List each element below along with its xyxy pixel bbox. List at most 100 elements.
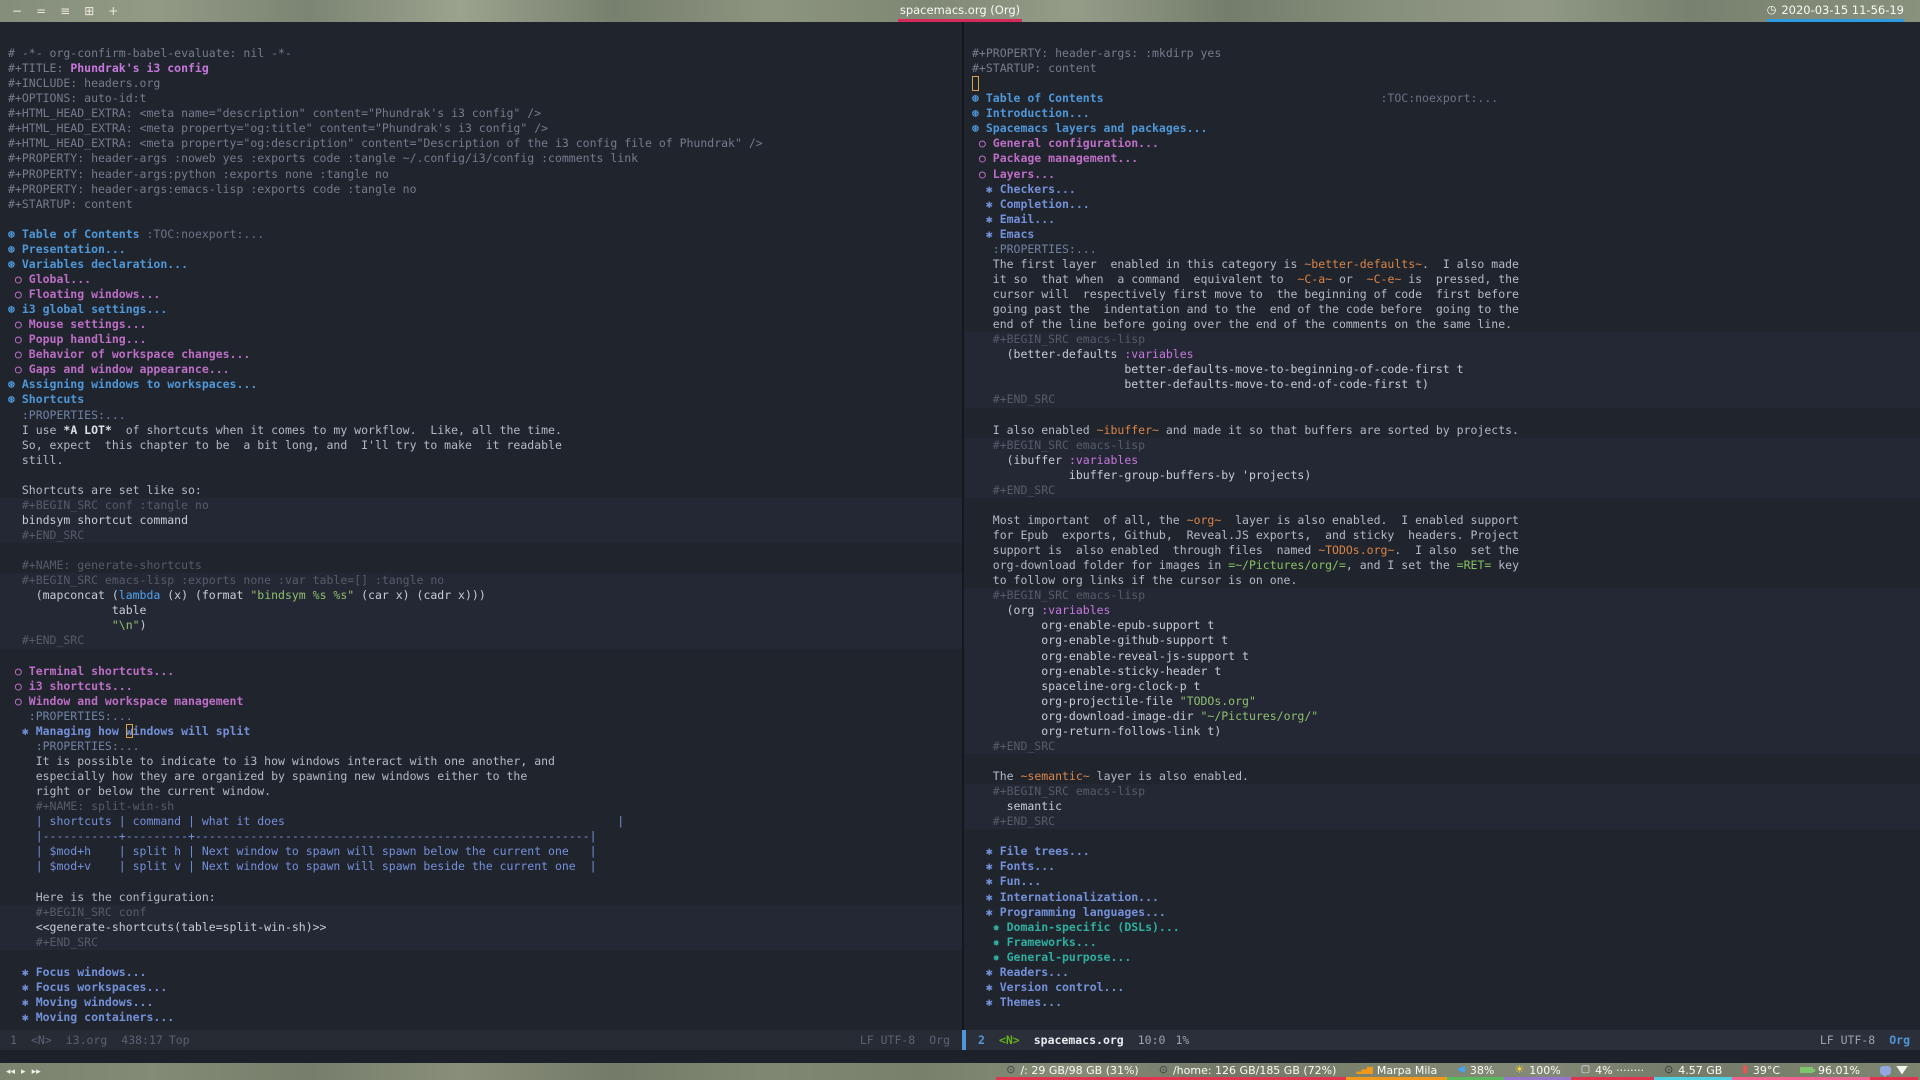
buffer-window-spacemacs-org[interactable]: #+PROPERTY: header-args: :mkdirp yes #+ST… xyxy=(962,22,1920,1030)
tray-module-brightness[interactable]: ☀ 100% xyxy=(1504,1063,1571,1080)
editor-line: it so that when a command equivalent to … xyxy=(972,271,1519,286)
tray-module-disk[interactable]: ⊙ /: 29 GB/98 GB (31%) xyxy=(996,1063,1149,1080)
previous-button[interactable]: ◂◂ xyxy=(6,1067,15,1077)
evil-state: <N> xyxy=(998,1033,1020,1047)
editor-line: <<generate-shortcuts(table=split-win-sh)… xyxy=(0,919,962,935)
window-number: 1 xyxy=(10,1033,17,1047)
next-button[interactable]: ▸▸ xyxy=(32,1067,41,1077)
window-number: 2 xyxy=(978,1033,985,1047)
editor-line: ✱ Fun... xyxy=(972,874,1042,889)
editor-line: #+PROPERTY: header-args:emacs-lisp :expo… xyxy=(8,181,417,196)
editor-line: ✸ Frameworks... xyxy=(972,934,1097,949)
editor-line: ✱ Completion... xyxy=(972,196,1090,211)
major-mode: Org xyxy=(1889,1033,1910,1047)
editor-line: cursor will respectively first move to t… xyxy=(972,287,1519,301)
editor-line: #+PROPERTY: header-args :noweb yes :expo… xyxy=(8,151,639,166)
editor-line: semantic xyxy=(964,799,1920,815)
editor-line: ✱ Moving containers... xyxy=(8,1010,175,1024)
editor-line: org-enable-sticky-header t xyxy=(964,663,1920,679)
editor-line: ✱ Internationalization... xyxy=(972,889,1159,904)
editor-line: spaceline-org-clock-p t xyxy=(964,678,1920,694)
editor-line: :PROPERTIES:... xyxy=(972,241,1097,256)
editor-line: #+END_SRC xyxy=(964,814,1920,830)
tray-module-label: /: 29 GB/98 GB (31%) xyxy=(1020,1063,1139,1077)
editor-line: ✱ Version control... xyxy=(972,979,1125,994)
editor-line: :PROPERTIES:... xyxy=(8,708,133,723)
editor-line: especially how they are organized by spa… xyxy=(8,769,528,783)
play-button[interactable]: ▸ xyxy=(21,1067,26,1077)
editor-line: (better-defaults :variables xyxy=(964,347,1920,363)
editor-line: ✱ Readers... xyxy=(972,964,1069,979)
chat-icon xyxy=(1880,1065,1891,1077)
editor-line: The ~semantic~ layer is also enabled. xyxy=(972,769,1249,783)
editor-line: #+PROPERTY: header-args:python :exports … xyxy=(8,166,389,181)
editor-line: (mapconcat (lambda (x) (format "bindsym … xyxy=(0,588,962,604)
tray-module-label: 4% ········ xyxy=(1595,1063,1645,1077)
clock-icon: ◷ xyxy=(1766,2,1777,16)
editor-line: ○ Floating windows... xyxy=(8,287,161,301)
editor-line: #+BEGIN_SRC conf :tangle no xyxy=(0,497,962,513)
buffer-window-i3-org[interactable]: # -*- org-confirm-babel-evaluate: nil -*… xyxy=(0,22,962,1030)
editor-line: better-defaults-move-to-beginning-of-cod… xyxy=(964,362,1920,378)
editor-line: going past the indentation and to the en… xyxy=(972,302,1519,317)
editor-line: Shortcuts are set like so: xyxy=(8,482,202,497)
tray-modules: ⊙ /: 29 GB/98 GB (31%) ⊙ /home: 126 GB/185 … xyxy=(996,1063,1918,1080)
editor-line: ○ Mouse settings... xyxy=(8,317,147,332)
editor-line: ibuffer-group-buffers-by 'projects) xyxy=(964,467,1920,483)
editor-line: ✱ Focus windows... xyxy=(8,964,147,979)
tray-module-temperature[interactable]: ▮ 39°C xyxy=(1732,1063,1791,1080)
editor-line: ✱ Email... xyxy=(972,211,1056,226)
editor-line: table xyxy=(0,603,962,619)
editor-line: to follow org links if the cursor is on … xyxy=(972,573,1298,588)
brightness-icon: ☀ xyxy=(1514,1063,1525,1076)
editor-line: :PROPERTIES:... xyxy=(8,738,140,753)
tray-module-disk[interactable]: ⊙ /home: 126 GB/185 GB (72%) xyxy=(1148,1063,1347,1080)
tray-module-volume[interactable]: ◀ 38% xyxy=(1447,1063,1505,1080)
editor-line: #+STARTUP: content xyxy=(8,196,133,211)
editor-line: org-enable-github-support t xyxy=(964,633,1920,649)
modeline-active: 2 <N> spacemacs.org 10:0 1% LF UTF-8 Org xyxy=(962,1030,1920,1050)
editor-line: still. xyxy=(8,452,64,467)
editor-line: (ibuffer :variables xyxy=(964,452,1920,468)
editor-line: org-download folder for images in =~/Pic… xyxy=(972,558,1519,573)
editor-line: # -*- org-confirm-babel-evaluate: nil -*… xyxy=(8,46,292,60)
tray-module-ram[interactable]: ⊙ 4.57 GB xyxy=(1654,1063,1733,1080)
modelines: 1 <N> i3.org 438:17 Top LF UTF-8 Org 2 <… xyxy=(0,1030,1920,1050)
editor-line: #+INCLUDE: headers.org xyxy=(8,76,161,91)
editor-line: org-download-image-dir "~/Pictures/org/" xyxy=(964,708,1920,724)
editor-line: org-return-follows-link t) xyxy=(964,723,1920,739)
editor-line: ○ Global... xyxy=(8,271,92,286)
tray-module-music[interactable]: ▂▄▆ Marpa Mila xyxy=(1346,1063,1448,1080)
editor-line: #+NAME: split-win-sh xyxy=(8,799,175,814)
clock-text: 2020-03-15 11-56-19 xyxy=(1781,2,1904,17)
editor-line: ○ Layers... xyxy=(972,166,1056,181)
editor-line: for Epub exports, Github, Reveal.JS expo… xyxy=(972,528,1519,542)
tray-module-cpu[interactable]: ▢ 4% ········ xyxy=(1570,1063,1655,1080)
editor-line: #+END_SRC xyxy=(964,482,1920,498)
tray-module-network[interactable] xyxy=(1870,1063,1918,1080)
buffer-name: i3.org xyxy=(65,1033,108,1047)
editor-line: #+OPTIONS: auto-id:t xyxy=(8,91,147,106)
editor-line: ○ General configuration... xyxy=(972,136,1159,151)
tray-module-label: /home: 126 GB/185 GB (72%) xyxy=(1172,1063,1337,1077)
tray-module-battery[interactable]: 96.01% xyxy=(1790,1063,1870,1080)
editor-line: ⊛ Assigning windows to workspaces... xyxy=(8,377,258,392)
editor-line: org-projectile-file "TODOs.org" xyxy=(964,693,1920,709)
editor-line: (org :variables xyxy=(964,603,1920,619)
editor-line: ✱ Moving windows... xyxy=(8,994,154,1009)
editor-line: :PROPERTIES:... xyxy=(8,407,126,422)
editor-line: org-enable-epub-support t xyxy=(964,618,1920,634)
scroll-position: 1% xyxy=(1175,1033,1190,1047)
editor-line: #+BEGIN_SRC emacs-lisp xyxy=(964,332,1920,348)
editor-line: bindsym shortcut command xyxy=(0,512,962,528)
editor-line: ○ Gaps and window appearance... xyxy=(8,362,230,377)
topbar: − = ≡ ⊞ + spacemacs.org (Org) ◷ 2020-03-… xyxy=(0,0,1920,22)
disk-icon: ⊙ xyxy=(1006,1063,1016,1076)
eol-encoding: LF UTF-8 xyxy=(859,1033,916,1047)
editor-line: ✱ Focus workspaces... xyxy=(8,979,168,994)
